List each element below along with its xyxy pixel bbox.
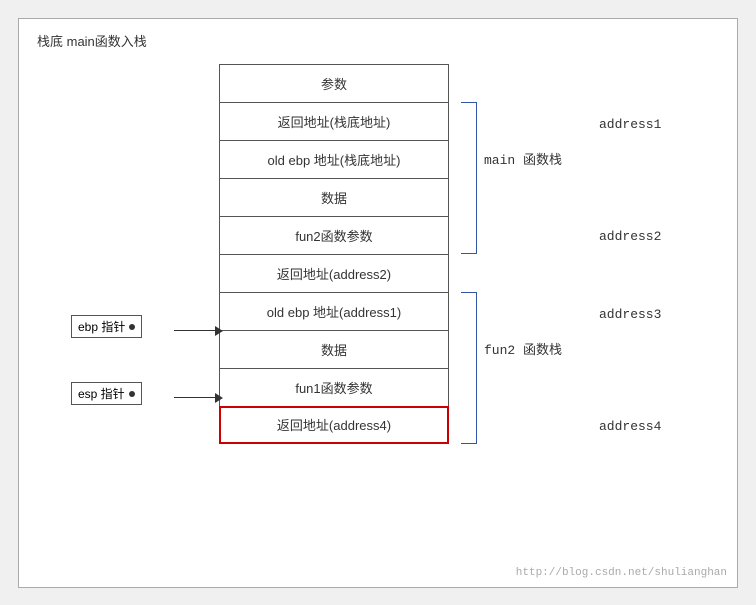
esp-pointer-box: esp 指针 <box>71 382 142 405</box>
ebp-arrow <box>174 330 219 331</box>
ebp-arrowhead <box>215 326 223 336</box>
address4-label: address4 <box>599 419 661 434</box>
cell-oldebp1: old ebp 地址(栈底地址) <box>219 140 449 178</box>
address3-label: address3 <box>599 307 661 322</box>
cell-retaddr3: 返回地址(address4) <box>219 406 449 444</box>
esp-arrowhead <box>215 393 223 403</box>
esp-arrow <box>174 397 219 398</box>
watermark: http://blog.csdn.net/shulianghan <box>516 567 727 579</box>
cell-data2: 数据 <box>219 330 449 368</box>
cell-retaddr1: 返回地址(栈底地址) <box>219 102 449 140</box>
bracket-main <box>461 102 477 254</box>
cell-retaddr2: 返回地址(address2) <box>219 254 449 292</box>
bracket-fun2 <box>461 292 477 444</box>
address1-label: address1 <box>599 117 661 132</box>
diagram-container: 栈底 main函数入栈 参数 返回地址(栈底地址) old ebp 地址(栈底地… <box>18 18 738 588</box>
main-stack-label: main 函数栈 <box>484 149 562 168</box>
cell-oldebp2: old ebp 地址(address1) <box>219 292 449 330</box>
diagram-title: 栈底 main函数入栈 <box>37 31 147 50</box>
cell-fun2params: fun2函数参数 <box>219 216 449 254</box>
ebp-dot <box>129 324 135 330</box>
stack-area: 参数 返回地址(栈底地址) old ebp 地址(栈底地址) 数据 fun2函数… <box>219 64 449 444</box>
cell-fun1params: fun1函数参数 <box>219 368 449 406</box>
ebp-pointer-box: ebp 指针 <box>71 315 142 338</box>
cell-params: 参数 <box>219 64 449 102</box>
fun2-stack-label: fun2 函数栈 <box>484 339 562 358</box>
cell-data1: 数据 <box>219 178 449 216</box>
esp-dot <box>129 391 135 397</box>
address2-label: address2 <box>599 229 661 244</box>
